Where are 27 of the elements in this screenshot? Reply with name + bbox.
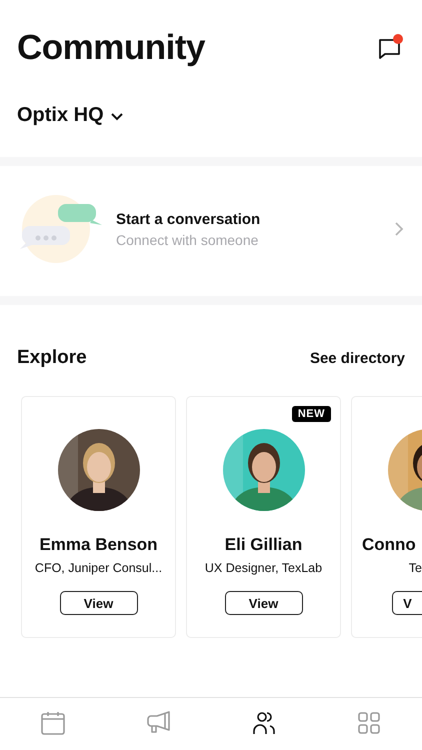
person-card[interactable]: Emma Benson CFO, Juniper Consul... View	[21, 396, 176, 638]
person-card[interactable]: NEW Eli Gillian UX Designer, TexLab View	[186, 396, 341, 638]
chevron-down-icon	[110, 110, 124, 120]
person-role: UX Designer, TexLab	[204, 561, 322, 575]
person-card[interactable]: Conno Te V	[351, 396, 422, 638]
grid-tab-icon[interactable]	[356, 710, 382, 736]
conversation-title: Start a conversation	[116, 210, 262, 228]
page-title: Community	[17, 28, 205, 68]
new-badge: NEW	[292, 406, 331, 422]
person-name: Conno	[362, 535, 416, 555]
megaphone-tab-icon[interactable]	[145, 710, 172, 736]
person-name: Emma Benson	[39, 535, 158, 555]
see-directory-link[interactable]: See directory	[310, 350, 405, 366]
person-name: Eli Gillian	[224, 535, 302, 555]
conversation-row[interactable]: Start a conversation Connect with someone	[0, 166, 422, 296]
conversation-subtitle: Connect with someone	[116, 232, 260, 248]
person-role: CFO, Juniper Consul...	[34, 561, 162, 575]
person-role: Te	[408, 561, 422, 575]
chat-icon[interactable]	[376, 34, 404, 62]
calendar-tab-icon[interactable]	[40, 710, 66, 736]
organization-dropdown[interactable]: Optix HQ	[17, 104, 124, 127]
view-button[interactable]: View	[60, 591, 138, 615]
section-title: Explore	[17, 347, 87, 369]
view-button[interactable]: View	[224, 591, 302, 615]
view-button[interactable]: V	[392, 591, 422, 615]
chevron-right-icon	[394, 221, 404, 237]
people-tab-icon[interactable]	[250, 710, 277, 736]
